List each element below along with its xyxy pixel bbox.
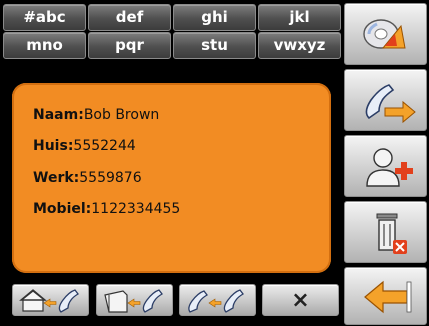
phone-transfer-icon (365, 84, 416, 124)
close-icon: × (291, 288, 310, 313)
tab-ghi[interactable]: ghi (173, 4, 256, 31)
contact-name: Bob Brown (83, 107, 160, 123)
contact-details-screen: #abc def ghi jkl mno pqr stu vwxyz Naam:… (0, 0, 429, 326)
home-number-row[interactable]: Huis:5552244 (33, 138, 136, 154)
call-work-button[interactable] (96, 284, 173, 316)
name-label: Naam: (33, 107, 84, 123)
back-button[interactable] (344, 267, 427, 325)
close-button[interactable]: × (262, 284, 339, 316)
call-home-button[interactable] (12, 284, 89, 316)
mobile-number: 1122334455 (91, 201, 181, 217)
mobile-label: Mobiel: (33, 201, 92, 217)
mobile-phone-icon (188, 289, 244, 313)
back-icon (364, 280, 412, 314)
tab-vwxyz[interactable]: vwxyz (258, 32, 341, 59)
mobile-number-row[interactable]: Mobiel:1122334455 (33, 201, 180, 217)
tab-stu[interactable]: stu (173, 32, 256, 59)
home-number: 5552244 (73, 138, 136, 154)
side-toolbar (344, 3, 427, 325)
house-phone-icon (19, 289, 79, 313)
disc-arrow-icon (363, 19, 406, 49)
delete-contact-button[interactable] (344, 201, 427, 263)
contact-name-row: Naam:Bob Brown (33, 107, 159, 123)
work-number-row[interactable]: Werk:5559876 (33, 170, 142, 186)
contact-card: Naam:Bob Brown Huis:5552244 Werk:5559876… (12, 83, 331, 273)
work-number: 5559876 (79, 170, 142, 186)
tab-abc[interactable]: #abc (3, 4, 86, 31)
call-action-bar: × (12, 284, 342, 317)
home-label: Huis: (33, 138, 74, 154)
letter-filter-tabs: #abc def ghi jkl mno pqr stu vwxyz (3, 4, 341, 60)
add-contact-icon (366, 148, 413, 187)
navigate-to-contact-button[interactable] (344, 3, 427, 65)
tab-jkl[interactable]: jkl (258, 4, 341, 31)
call-mobile-button[interactable] (179, 284, 256, 316)
tab-mno[interactable]: mno (3, 32, 86, 59)
delete-contact-icon (376, 213, 407, 254)
tab-pqr[interactable]: pqr (88, 32, 171, 59)
transfer-call-button[interactable] (344, 69, 427, 131)
building-phone-icon (104, 289, 163, 313)
work-label: Werk: (33, 170, 80, 186)
add-contact-button[interactable] (344, 135, 427, 197)
tab-def[interactable]: def (88, 4, 171, 31)
